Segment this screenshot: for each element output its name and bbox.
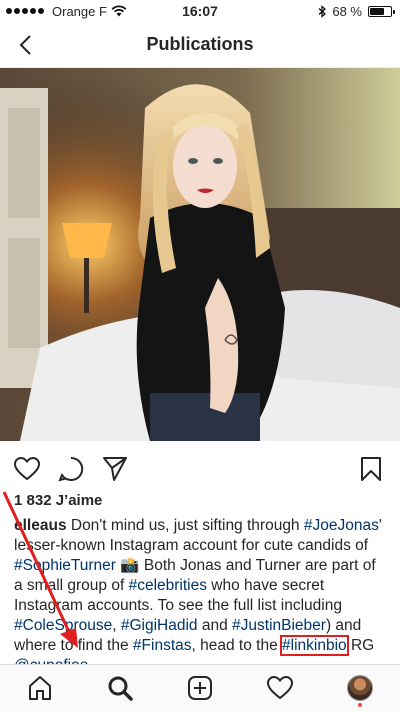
add-post-icon xyxy=(188,676,212,700)
hashtag-link[interactable]: #SophieTurner xyxy=(14,557,116,574)
chevron-left-icon xyxy=(19,35,31,55)
like-button[interactable] xyxy=(12,454,42,484)
hashtag-link[interactable]: #GigiHadid xyxy=(121,617,198,634)
nav-bar: Publications xyxy=(0,22,400,68)
share-button[interactable] xyxy=(100,454,130,484)
hashtag-link[interactable]: #ColeSprouse xyxy=(14,617,112,634)
signal-icon xyxy=(6,8,44,14)
battery-icon xyxy=(368,5,395,17)
bookmark-button[interactable] xyxy=(356,454,386,484)
post-caption: elleaus Don't mind us, just sifting thro… xyxy=(14,516,386,676)
notification-dot xyxy=(358,703,362,707)
search-icon xyxy=(108,676,133,701)
hashtag-link[interactable]: #JoeJonas xyxy=(304,517,379,534)
bookmark-icon xyxy=(361,457,381,481)
caption-username[interactable]: elleaus xyxy=(14,517,67,534)
activity-heart-icon xyxy=(267,676,293,700)
tab-add-post[interactable] xyxy=(180,668,220,708)
tab-activity[interactable] xyxy=(260,668,300,708)
hashtag-link[interactable]: #JustinBieber xyxy=(232,617,326,634)
caption-text: RG xyxy=(346,637,375,654)
comment-icon xyxy=(58,456,84,482)
caption-text: , head to the xyxy=(191,637,283,654)
hashtag-link[interactable]: #Finstas xyxy=(133,637,192,654)
comment-button[interactable] xyxy=(56,454,86,484)
tab-profile[interactable] xyxy=(340,668,380,708)
caption-text: Don't mind us, just sifting through xyxy=(66,517,304,534)
carrier-label: Orange F xyxy=(52,3,107,19)
heart-icon xyxy=(14,457,40,481)
battery-level xyxy=(370,7,384,15)
status-bar: Orange F 16:07 68 % xyxy=(0,0,400,22)
share-icon xyxy=(103,457,127,481)
hashtag-link[interactable]: #celebrities xyxy=(129,577,207,594)
likes-count[interactable]: 1 832 J’aime xyxy=(14,492,102,509)
post-actions xyxy=(0,448,400,488)
caption-text: and xyxy=(197,617,233,634)
page-title: Publications xyxy=(146,34,254,54)
post-photo[interactable] xyxy=(0,68,400,441)
battery-percent: 68 % xyxy=(332,3,362,19)
back-button[interactable] xyxy=(10,30,40,60)
wifi-icon xyxy=(111,5,127,17)
tab-search[interactable] xyxy=(100,668,140,708)
bluetooth-icon xyxy=(318,4,327,18)
tab-home[interactable] xyxy=(20,668,60,708)
caption-text: , xyxy=(112,617,121,634)
home-icon xyxy=(29,676,51,700)
status-left: Orange F xyxy=(6,4,146,19)
profile-avatar xyxy=(347,675,373,701)
linkinbio-hashtag-highlighted[interactable]: #linkinbio xyxy=(280,635,349,656)
photo-illustration xyxy=(0,68,400,441)
bottom-tab-bar xyxy=(0,664,400,711)
status-right: 68 % xyxy=(318,0,395,22)
